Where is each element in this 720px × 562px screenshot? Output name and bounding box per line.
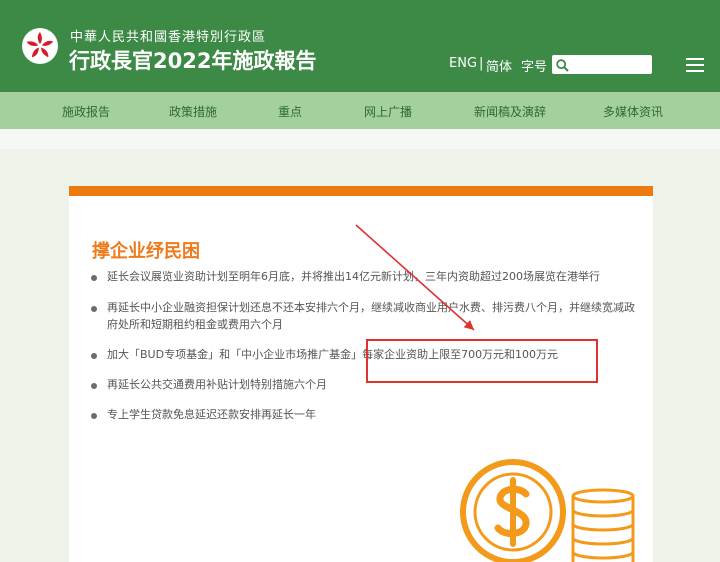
bullet-dot [91,383,97,389]
nav-item-multimedia[interactable]: 多媒体资讯 [603,103,663,120]
highlight-annotation-box [366,339,598,383]
bullet-dot [91,413,97,419]
lang-separator: | [479,56,484,71]
bauhinia-emblem-icon[interactable] [22,28,58,64]
hamburger-menu-icon[interactable] [686,57,704,76]
nav-item-highlights[interactable]: 重点 [278,103,302,120]
page-title[interactable]: 行政長官2022年施政報告 [69,45,316,75]
nav-item-policy-measures[interactable]: 政策措施 [169,103,217,120]
nav-item-press-releases[interactable]: 新闻稿及演辞 [474,103,546,120]
dollar-coin-stack-icon [460,459,635,562]
bullet-dot [91,275,97,281]
main-nav: 施政报告 政策措施 重点 网上广播 新闻稿及演辞 多媒体资讯 [0,92,720,129]
section-title: 撑企业纾民困 [92,241,200,262]
list-item: 再延长中小企业融资担保计划还息不还本安排六个月，继续减收商业用户水费、排污费八个… [107,301,635,331]
nav-item-webcast[interactable]: 网上广播 [364,103,412,120]
bullet-dot [91,353,97,359]
bullet-dot [91,306,97,312]
search-icon[interactable] [556,57,569,76]
nav-divider [0,129,720,149]
government-name: 中華人民共和國香港特別行政區 [70,30,267,45]
lang-english-link[interactable]: ENG [449,56,477,71]
lang-simplified-link[interactable]: 简体 [486,56,512,75]
accent-bar [69,186,653,196]
list-item: 延长会议展览业资助计划至明年6月底，并将推出14亿元新计划，三年内资助超过200… [107,270,600,283]
nav-item-policy-address[interactable]: 施政报告 [62,103,110,120]
list-item: 专上学生贷款免息延迟还款安排再延长一年 [107,408,316,421]
font-size-link[interactable]: 字号 [521,56,547,75]
